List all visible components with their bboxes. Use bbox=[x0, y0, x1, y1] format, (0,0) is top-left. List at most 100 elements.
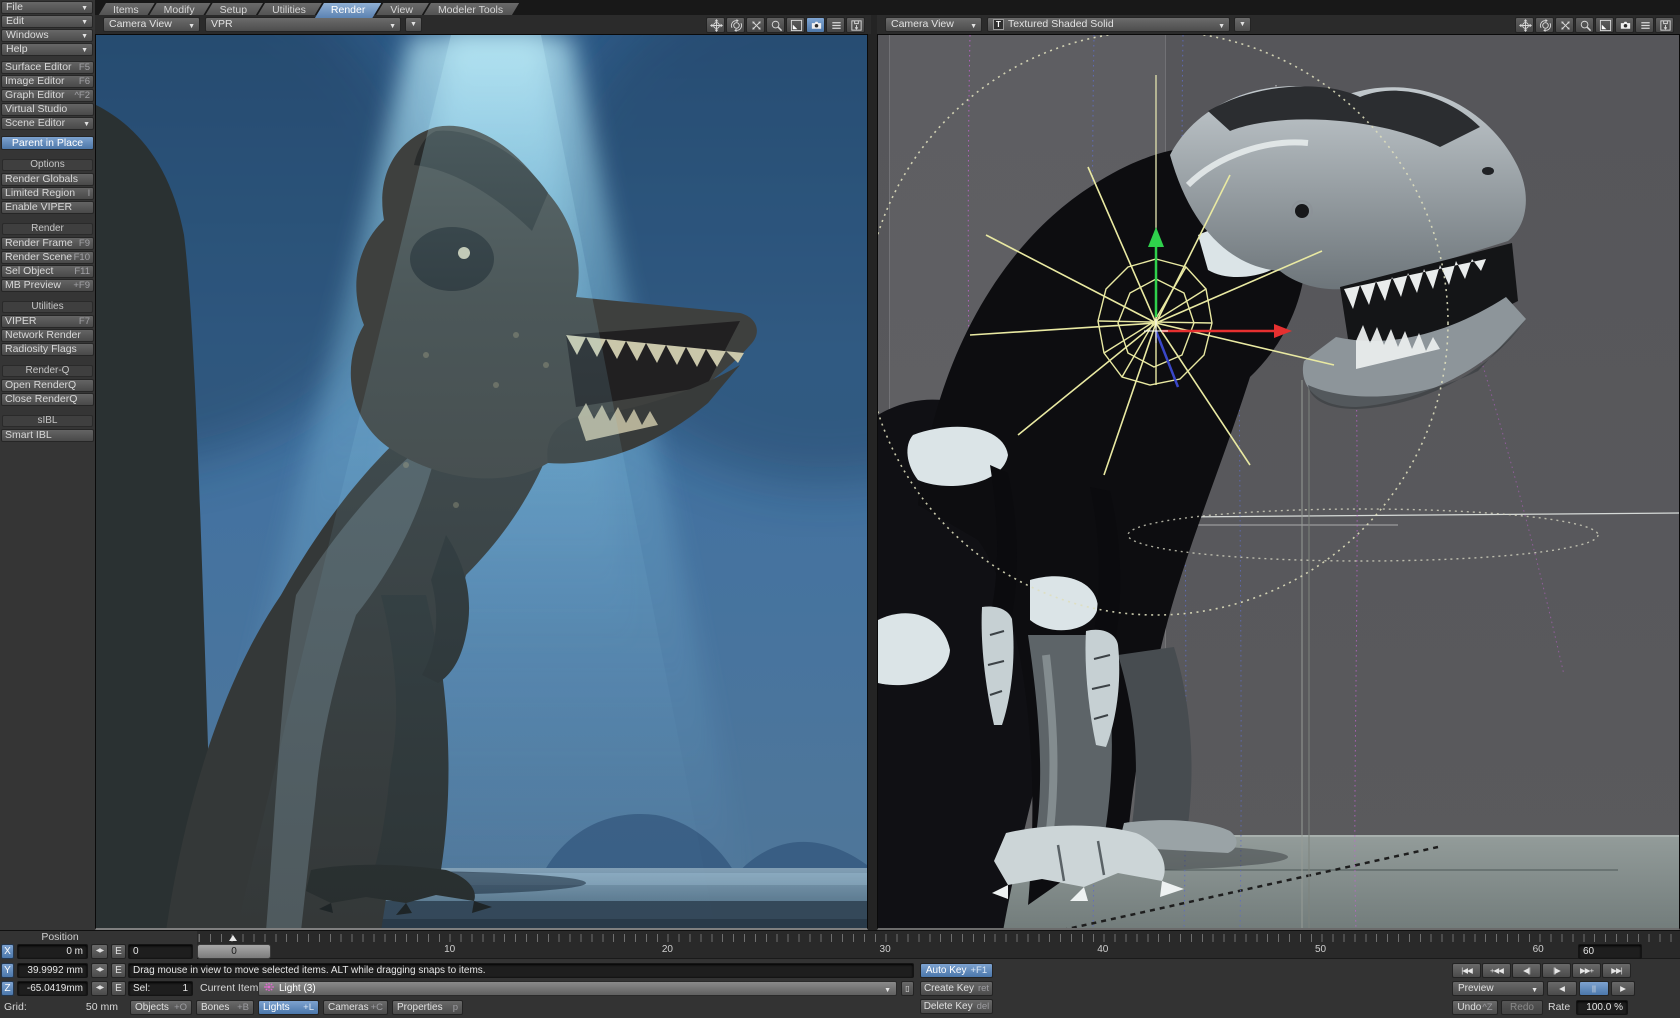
pause-button[interactable]: || bbox=[1579, 981, 1609, 996]
sidebar-item-parent-in-place[interactable]: Parent in Place bbox=[1, 136, 94, 150]
select-cameras-button[interactable]: Cameras+C bbox=[323, 1000, 388, 1015]
shaded-scene[interactable] bbox=[878, 35, 1680, 930]
play-reverse-button[interactable]: ◀ bbox=[1547, 981, 1577, 996]
transport-prev-key-button[interactable]: +◀◀ bbox=[1482, 963, 1511, 978]
timeline[interactable]: 0 102030405060 60 bbox=[197, 931, 1680, 959]
camera-icon[interactable] bbox=[806, 17, 825, 33]
current-item-dropdown[interactable]: Light (3) bbox=[258, 981, 897, 996]
magnify-icon[interactable] bbox=[1575, 17, 1594, 33]
transport-first-frame-button[interactable]: |◀◀ bbox=[1452, 963, 1481, 978]
shortcut-label: F11 bbox=[74, 266, 90, 277]
create-key-button[interactable]: Create Keyret bbox=[920, 981, 993, 996]
y-envelope-button[interactable]: E bbox=[111, 963, 126, 978]
select-lights-button[interactable]: Lights+L bbox=[258, 1000, 319, 1015]
y-axis-badge[interactable]: Y bbox=[1, 963, 14, 978]
redo-button[interactable]: Redo bbox=[1501, 1000, 1543, 1015]
timeline-tick-label: 40 bbox=[1097, 944, 1108, 955]
viewport-menu-icon[interactable] bbox=[826, 17, 845, 33]
preview-dropdown[interactable]: Preview bbox=[1452, 981, 1544, 996]
render-mode-dropdown[interactable]: TTextured Shaded Solid▼ bbox=[987, 17, 1230, 32]
sidebar-item-render-scene[interactable]: Render SceneF10 bbox=[1, 251, 94, 264]
auto-key-button[interactable]: Auto Key+F1 bbox=[920, 963, 993, 978]
zoom-view-icon[interactable] bbox=[746, 17, 765, 33]
z-position-field[interactable]: -65.0419mm bbox=[17, 981, 88, 996]
view-mode-dropdown[interactable]: Camera View▼ bbox=[885, 17, 982, 32]
undo-label: Undo bbox=[1457, 1002, 1481, 1013]
vpr-render-scene[interactable] bbox=[96, 35, 867, 930]
undo-button[interactable]: Undo^Z bbox=[1452, 1000, 1498, 1015]
left-viewport-image[interactable] bbox=[95, 34, 868, 930]
sidebar-item-enable-viper[interactable]: Enable VIPER bbox=[1, 201, 94, 214]
key-button-label: Auto Key bbox=[926, 965, 967, 976]
x-spinner[interactable]: ◀▶ bbox=[91, 944, 108, 959]
sidebar-item-limited-region[interactable]: Limited Regionl bbox=[1, 187, 94, 200]
sidebar-item-close-renderq[interactable]: Close RenderQ bbox=[1, 393, 94, 406]
menu-windows[interactable]: Windows▼ bbox=[1, 29, 93, 42]
transport-next-key-button[interactable]: ▶▶+ bbox=[1572, 963, 1601, 978]
rotate-view-icon[interactable] bbox=[726, 17, 745, 33]
tab-render[interactable]: Render bbox=[315, 3, 381, 18]
x-axis-badge[interactable]: X bbox=[1, 944, 14, 959]
sidebar-item-label: Virtual Studio bbox=[5, 103, 67, 115]
shortcut-label: +O bbox=[174, 1001, 187, 1014]
select-objects-button[interactable]: Objects+O bbox=[130, 1000, 192, 1015]
y-position-field[interactable]: 39.9992 mm bbox=[17, 963, 88, 978]
sidebar-item-scene-editor[interactable]: Scene Editor▼ bbox=[1, 117, 94, 130]
expand-viewport-icon[interactable] bbox=[786, 17, 805, 33]
sidebar-item-open-renderq[interactable]: Open RenderQ bbox=[1, 379, 94, 392]
section-header-render-q: Render-Q bbox=[2, 365, 93, 377]
viewport-extra-dropdown[interactable]: ▼ bbox=[1234, 17, 1251, 32]
transport-last-frame-button[interactable]: ▶▶| bbox=[1602, 963, 1631, 978]
z-spinner[interactable]: ◀▶ bbox=[91, 981, 108, 996]
current-item-label: Current Item bbox=[200, 981, 258, 996]
save-viewport-icon[interactable] bbox=[846, 17, 865, 33]
select-bones-button[interactable]: Bones+B bbox=[196, 1000, 254, 1015]
save-viewport-icon[interactable] bbox=[1655, 17, 1674, 33]
sidebar-item-smart-ibl[interactable]: Smart IBL bbox=[1, 429, 94, 442]
sidebar-item-virtual-studio[interactable]: Virtual Studio bbox=[1, 103, 94, 116]
viewport-extra-dropdown[interactable]: ▼ bbox=[405, 17, 422, 32]
y-spinner[interactable]: ◀▶ bbox=[91, 963, 108, 978]
rate-field[interactable]: 100.0 % bbox=[1576, 1000, 1628, 1015]
play-forward-button[interactable]: ▶ bbox=[1611, 981, 1635, 996]
menu-help[interactable]: Help▼ bbox=[1, 43, 93, 56]
sidebar-item-surface-editor[interactable]: Surface EditorF5 bbox=[1, 61, 94, 74]
transport-prev-frame-button[interactable]: ◀|| bbox=[1512, 963, 1541, 978]
sidebar-item-label: Sel Object bbox=[5, 265, 53, 277]
sidebar-item-graph-editor[interactable]: Graph Editor^F2 bbox=[1, 89, 94, 102]
delete-key-button[interactable]: Delete Keydel bbox=[920, 999, 993, 1014]
magnify-icon[interactable] bbox=[766, 17, 785, 33]
transport-next-frame-button[interactable]: ||▶ bbox=[1542, 963, 1571, 978]
section-header-options: Options bbox=[2, 159, 93, 171]
rotate-view-icon[interactable] bbox=[1535, 17, 1554, 33]
sidebar-item-radiosity-flags[interactable]: Radiosity Flags bbox=[1, 343, 94, 356]
sidebar-item-image-editor[interactable]: Image EditorF6 bbox=[1, 75, 94, 88]
z-envelope-button[interactable]: E bbox=[111, 981, 126, 996]
end-frame-field[interactable]: 60 bbox=[1578, 944, 1642, 959]
camera-icon[interactable] bbox=[1615, 17, 1634, 33]
menu-edit[interactable]: Edit▼ bbox=[1, 15, 93, 28]
sidebar-item-render-globals[interactable]: Render Globals bbox=[1, 173, 94, 186]
sidebar-item-sel-object[interactable]: Sel Object F11 bbox=[1, 265, 94, 278]
select-properties-button[interactable]: Propertiesp bbox=[392, 1000, 463, 1015]
current-frame-field[interactable]: 0 bbox=[128, 944, 193, 959]
sidebar-item-render-frame[interactable]: Render FrameF9 bbox=[1, 237, 94, 250]
menu-file[interactable]: File▼ bbox=[1, 1, 93, 14]
zoom-view-icon[interactable] bbox=[1555, 17, 1574, 33]
pan-view-icon[interactable] bbox=[706, 17, 725, 33]
viewport-menu-icon[interactable] bbox=[1635, 17, 1654, 33]
z-axis-badge[interactable]: Z bbox=[1, 981, 14, 996]
item-list-button[interactable]: ▯ bbox=[901, 981, 914, 996]
sidebar-item-mb-preview[interactable]: MB Preview+F9 bbox=[1, 279, 94, 292]
view-mode-dropdown[interactable]: Camera View▼ bbox=[103, 17, 200, 32]
x-envelope-button[interactable]: E bbox=[111, 944, 126, 959]
sidebar-item-network-render[interactable]: Network Render bbox=[1, 329, 94, 342]
frame-slider[interactable]: 0 bbox=[197, 944, 271, 959]
pan-view-icon[interactable] bbox=[1515, 17, 1534, 33]
right-viewport-image[interactable] bbox=[877, 34, 1680, 930]
x-position-field[interactable]: 0 m bbox=[17, 944, 88, 959]
timeline-ruler[interactable] bbox=[197, 934, 1680, 942]
expand-viewport-icon[interactable] bbox=[1595, 17, 1614, 33]
render-mode-dropdown[interactable]: VPR▼ bbox=[205, 17, 401, 32]
sidebar-item-viper[interactable]: VIPERF7 bbox=[1, 315, 94, 328]
